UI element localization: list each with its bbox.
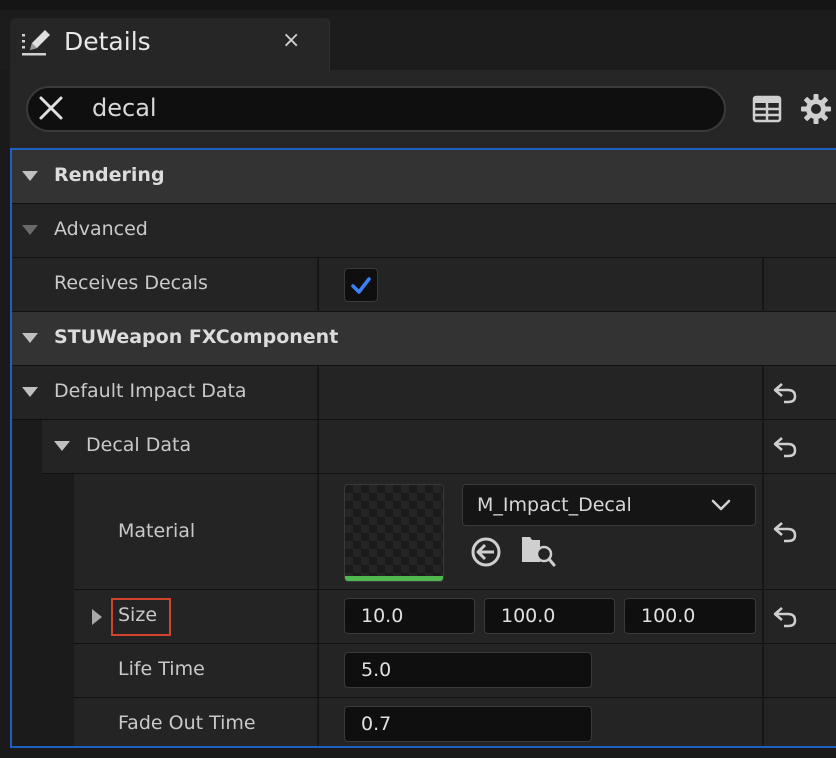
property-row-receives-decals: Receives Decals xyxy=(12,258,836,312)
column-divider xyxy=(762,366,764,420)
property-row-default-impact-data: Default Impact Data xyxy=(12,366,836,420)
size-x-field[interactable]: 10.0 xyxy=(344,598,475,634)
property-row-material: Material M_Impact_Decal xyxy=(12,474,836,590)
reset-arrow-icon[interactable] xyxy=(772,520,798,544)
column-divider xyxy=(762,420,764,474)
table-view-icon[interactable] xyxy=(752,94,782,124)
material-dropdown[interactable]: M_Impact_Decal xyxy=(462,484,756,526)
property-label: Fade Out Time xyxy=(118,712,256,734)
fade-out-time-field[interactable]: 0.7 xyxy=(344,706,592,742)
indent-guide xyxy=(12,420,42,474)
expand-caret-icon[interactable] xyxy=(22,333,38,343)
expand-caret-icon[interactable] xyxy=(22,387,38,397)
reset-arrow-icon[interactable] xyxy=(772,605,798,629)
top-strip xyxy=(0,0,836,10)
size-label-highlight xyxy=(111,598,171,636)
column-divider xyxy=(317,258,319,312)
property-row-fade-out-time: Fade Out Time 0.7 xyxy=(12,698,836,746)
receives-decals-checkbox[interactable] xyxy=(344,268,378,302)
column-divider xyxy=(317,698,319,746)
size-y-field[interactable]: 100.0 xyxy=(484,598,615,634)
expand-caret-icon[interactable] xyxy=(22,225,38,235)
indent-guide xyxy=(12,698,74,746)
category-label: Rendering xyxy=(54,164,165,186)
property-label: Receives Decals xyxy=(54,272,208,294)
group-label: Advanced xyxy=(54,218,148,240)
size-z-field[interactable]: 100.0 xyxy=(624,598,756,634)
life-time-field[interactable]: 5.0 xyxy=(344,652,592,688)
category-label: STUWeapon FXComponent xyxy=(54,326,339,348)
indent-guide xyxy=(12,590,74,644)
details-panel: Rendering Advanced Receives Decals STUWe… xyxy=(10,148,836,748)
column-divider xyxy=(762,474,764,590)
browse-arrow-icon[interactable] xyxy=(470,536,502,568)
column-divider xyxy=(317,420,319,474)
reset-arrow-icon[interactable] xyxy=(772,435,798,459)
property-row-decal-data: Decal Data xyxy=(12,420,836,474)
expand-caret-icon[interactable] xyxy=(54,441,70,451)
tab-close-button[interactable]: × xyxy=(282,28,300,54)
column-divider xyxy=(762,590,764,644)
property-label: Life Time xyxy=(118,658,205,680)
property-row-size: Size 10.0 100.0 100.0 xyxy=(12,590,836,644)
column-divider xyxy=(762,698,764,746)
material-thumbnail[interactable] xyxy=(344,484,444,582)
checkmark-icon xyxy=(351,277,371,294)
reset-arrow-icon[interactable] xyxy=(772,381,798,405)
property-label: Decal Data xyxy=(86,434,192,456)
folder-search-icon[interactable] xyxy=(520,534,556,568)
indent-guide xyxy=(12,474,74,590)
category-rendering[interactable]: Rendering xyxy=(12,150,836,204)
close-x-icon[interactable] xyxy=(36,93,66,123)
expand-caret-icon[interactable] xyxy=(92,609,102,625)
expand-caret-icon[interactable] xyxy=(22,171,38,181)
group-advanced[interactable]: Advanced xyxy=(12,204,836,258)
column-divider xyxy=(762,644,764,698)
pencil-edit-icon xyxy=(22,30,50,56)
column-divider xyxy=(317,590,319,644)
property-label: Material xyxy=(118,520,196,542)
column-divider xyxy=(317,474,319,590)
indent-guide xyxy=(12,644,74,698)
material-value: M_Impact_Decal xyxy=(477,494,632,516)
column-divider xyxy=(762,258,764,312)
tab-title: Details xyxy=(64,27,151,56)
chevron-down-icon xyxy=(711,499,731,511)
property-label: Default Impact Data xyxy=(54,380,247,402)
category-stuweapon-fxcomponent[interactable]: STUWeapon FXComponent xyxy=(12,312,836,366)
column-divider xyxy=(317,366,319,420)
material-type-bar xyxy=(345,576,443,581)
column-divider xyxy=(317,644,319,698)
gear-icon[interactable] xyxy=(800,93,832,125)
property-row-life-time: Life Time 5.0 xyxy=(12,644,836,698)
search-input[interactable] xyxy=(88,92,688,124)
